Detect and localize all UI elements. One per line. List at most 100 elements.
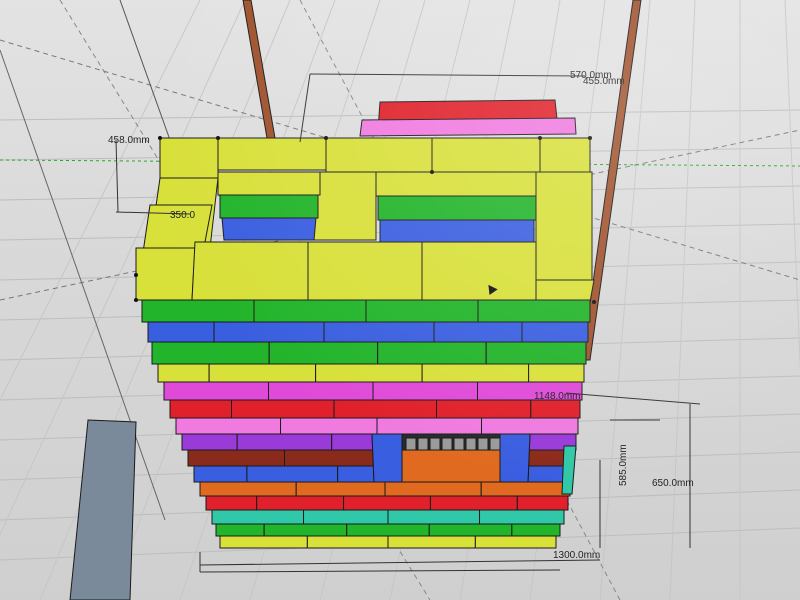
dimension-line <box>199 559 601 566</box>
brick <box>159 137 219 179</box>
brick <box>213 321 325 343</box>
brick <box>372 381 478 401</box>
brick <box>429 495 518 511</box>
brick <box>219 535 308 549</box>
brick <box>284 449 382 467</box>
brick <box>521 321 589 343</box>
brick <box>280 417 378 435</box>
grate-bar <box>477 437 489 451</box>
brick <box>253 299 367 323</box>
firebox-floor <box>399 449 503 483</box>
firebox-jamb-left <box>371 433 403 483</box>
brick <box>387 509 481 525</box>
brick <box>208 363 317 383</box>
brick <box>431 137 541 173</box>
dimension-line <box>115 139 119 213</box>
brick <box>246 465 339 483</box>
brick <box>379 219 535 243</box>
brick <box>306 535 389 549</box>
brick <box>256 495 345 511</box>
brick <box>268 381 374 401</box>
brick <box>303 509 389 525</box>
brick <box>263 523 348 537</box>
brick <box>516 495 569 511</box>
brick <box>481 417 579 435</box>
brick <box>485 341 587 365</box>
brick <box>141 299 255 323</box>
dimension-inner-left: 350.0 <box>170 210 196 221</box>
dimension-height-left: 458.0mm <box>108 135 150 146</box>
brick <box>365 299 479 323</box>
brick <box>375 171 537 197</box>
vertex-point <box>592 300 596 304</box>
brick <box>480 481 571 497</box>
vertex-point <box>134 298 138 302</box>
grate-bar <box>453 437 465 451</box>
brick <box>135 247 196 301</box>
grate-bar <box>489 437 501 451</box>
brick <box>187 449 285 467</box>
brick <box>181 433 238 451</box>
brick <box>436 399 532 419</box>
dimension-mid-right: 1148.0mm <box>534 391 581 402</box>
vertex-point <box>538 136 542 140</box>
grate-bar <box>405 437 417 451</box>
modeling-viewport[interactable]: 570.0mm 455.0mm 458.0mm 350.0 1148.0mm 5… <box>0 0 800 600</box>
brick <box>530 399 581 419</box>
brick <box>211 509 305 525</box>
brick <box>346 523 430 537</box>
brick <box>307 241 423 303</box>
brick <box>323 321 435 343</box>
brick <box>199 481 297 497</box>
brick <box>315 363 423 383</box>
brick <box>421 363 530 383</box>
brick <box>376 417 483 435</box>
grate-bar <box>465 437 477 451</box>
brick <box>205 495 258 511</box>
dimension-lower-right-a: 585.0mm <box>618 444 629 486</box>
brick <box>311 171 377 241</box>
brick <box>221 217 317 241</box>
dimension-lower-right-b: 650.0mm <box>652 478 694 489</box>
brick <box>231 399 335 419</box>
brick <box>474 535 557 549</box>
grate-bar <box>441 437 453 451</box>
brick <box>217 171 321 196</box>
brick <box>511 523 561 537</box>
brick <box>151 341 270 365</box>
brick <box>163 381 269 401</box>
vertex-point <box>324 136 328 140</box>
dimension-line <box>565 392 701 405</box>
brick <box>333 399 437 419</box>
grate-bar <box>429 437 441 451</box>
top-cap-layer <box>359 117 577 137</box>
brick <box>433 321 523 343</box>
brick <box>535 171 593 281</box>
dimension-line <box>199 569 561 573</box>
vertex-point <box>430 170 434 174</box>
vertex-point <box>134 273 138 277</box>
brick <box>236 433 333 451</box>
brick <box>421 241 537 303</box>
brick <box>217 137 327 171</box>
brick <box>295 481 386 497</box>
brick <box>377 195 537 221</box>
dimension-depth-right: 455.0mm <box>583 76 625 87</box>
brick <box>147 321 215 343</box>
brick <box>193 465 248 483</box>
brick <box>191 241 309 301</box>
brick <box>343 495 431 511</box>
brick <box>268 341 379 365</box>
brick <box>175 417 282 435</box>
brick <box>477 299 591 323</box>
vertex-point <box>588 136 592 140</box>
grate-bar <box>417 437 429 451</box>
brick <box>384 481 482 497</box>
grid-line <box>669 0 696 600</box>
brick <box>215 523 265 537</box>
brick <box>377 341 487 365</box>
brick <box>428 523 513 537</box>
brick <box>325 137 433 173</box>
vertex-point <box>158 136 162 140</box>
brick <box>535 279 595 303</box>
